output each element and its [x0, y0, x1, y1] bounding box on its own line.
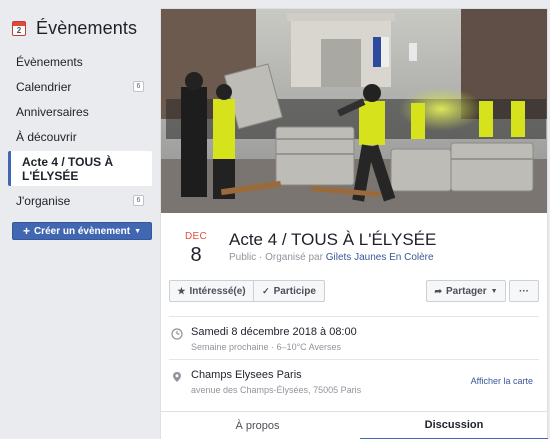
show-map-link[interactable]: Afficher la carte: [471, 376, 533, 386]
sidebar-item-label: À découvrir: [16, 129, 77, 144]
going-button[interactable]: ✓ Participe: [253, 280, 325, 302]
sidebar-item-calendar[interactable]: Calendrier 6: [8, 74, 152, 99]
create-event-label: Créer un évènement: [33, 225, 131, 237]
interested-label: Intéressé(e): [189, 285, 246, 297]
sidebar-title: Évènements: [36, 18, 138, 38]
event-visibility: Public: [229, 252, 257, 263]
sidebar-header: 2 Évènements: [12, 18, 137, 39]
check-icon: ✓: [262, 285, 270, 296]
cover-photo-illustration: [161, 9, 547, 213]
sidebar-item-label: Anniversaires: [16, 104, 89, 119]
sidebar-item-label: Évènements: [16, 54, 83, 69]
sidebar-item-events[interactable]: Évènements: [8, 49, 152, 74]
event-action-bar: ★ Intéressé(e) ✓ Participe ➦ Partager ▼ …: [169, 280, 539, 303]
interested-button[interactable]: ★ Intéressé(e): [169, 280, 253, 302]
share-arrow-icon: ➦: [434, 285, 443, 296]
plus-icon: +: [22, 224, 30, 238]
tab-discussion[interactable]: Discussion: [360, 412, 548, 439]
event-time: Samedi 8 décembre 2018 à 08:00: [191, 326, 357, 338]
divider: [169, 316, 539, 317]
more-options-button[interactable]: ···: [509, 280, 539, 302]
sidebar-item-birthdays[interactable]: Anniversaires: [8, 99, 152, 124]
share-button[interactable]: ➦ Partager ▼: [426, 280, 506, 302]
calendar-icon: 2: [12, 21, 26, 36]
caret-down-icon: ▼: [490, 287, 498, 295]
event-time-detail: Semaine prochaine · 6–10°C Averses: [191, 342, 342, 352]
event-date-month: DEC: [184, 231, 207, 242]
sidebar-item-hosting[interactable]: J'organise 6: [8, 188, 152, 213]
event-organizer-link[interactable]: Gilets Jaunes En Colère: [326, 252, 434, 263]
sidebar-item-count: 6: [133, 195, 144, 206]
sidebar-item-label: Acte 4 / TOUS À L'ÉLYSÉE: [22, 154, 114, 183]
map-pin-icon: [173, 372, 181, 382]
share-label: Partager: [446, 285, 487, 297]
event-organized-by: Organisé par: [265, 252, 323, 263]
event-subtitle: Public · Organisé par Gilets Jaunes En C…: [229, 252, 434, 263]
event-card: DEC 8 Acte 4 / TOUS À L'ÉLYSÉE Public · …: [160, 8, 548, 439]
sidebar-nav: Évènements Calendrier 6 Anniversaires À …: [8, 49, 152, 213]
sidebar-item-current-event[interactable]: Acte 4 / TOUS À L'ÉLYSÉE: [8, 151, 152, 186]
calendar-icon-number: 2: [16, 26, 22, 35]
going-label: Participe: [273, 285, 316, 297]
caret-down-icon: ▼: [134, 227, 142, 235]
event-title: Acte 4 / TOUS À L'ÉLYSÉE: [229, 230, 437, 249]
event-date-day: 8: [190, 244, 202, 266]
event-date: DEC 8: [181, 231, 211, 267]
create-event-button[interactable]: + Créer un évènement ▼: [12, 222, 152, 240]
event-location: Champs Elysees Paris: [191, 369, 302, 381]
sidebar-item-label: Calendrier: [16, 79, 72, 94]
clock-icon: [171, 328, 183, 340]
event-address: avenue des Champs-Élysées, 75005 Paris: [191, 385, 362, 395]
more-options-label: ···: [519, 285, 529, 297]
event-cover-photo[interactable]: [161, 9, 547, 213]
sidebar: 2 Évènements Évènements Calendrier 6 Ann…: [0, 0, 158, 439]
sidebar-item-label: J'organise: [16, 193, 71, 208]
star-icon: ★: [177, 285, 186, 296]
tab-about[interactable]: À propos: [161, 412, 354, 439]
sidebar-item-count: 6: [133, 81, 144, 92]
sidebar-item-discover[interactable]: À découvrir: [8, 124, 152, 149]
divider: [169, 359, 539, 360]
event-tabs: À propos Discussion: [161, 411, 548, 439]
